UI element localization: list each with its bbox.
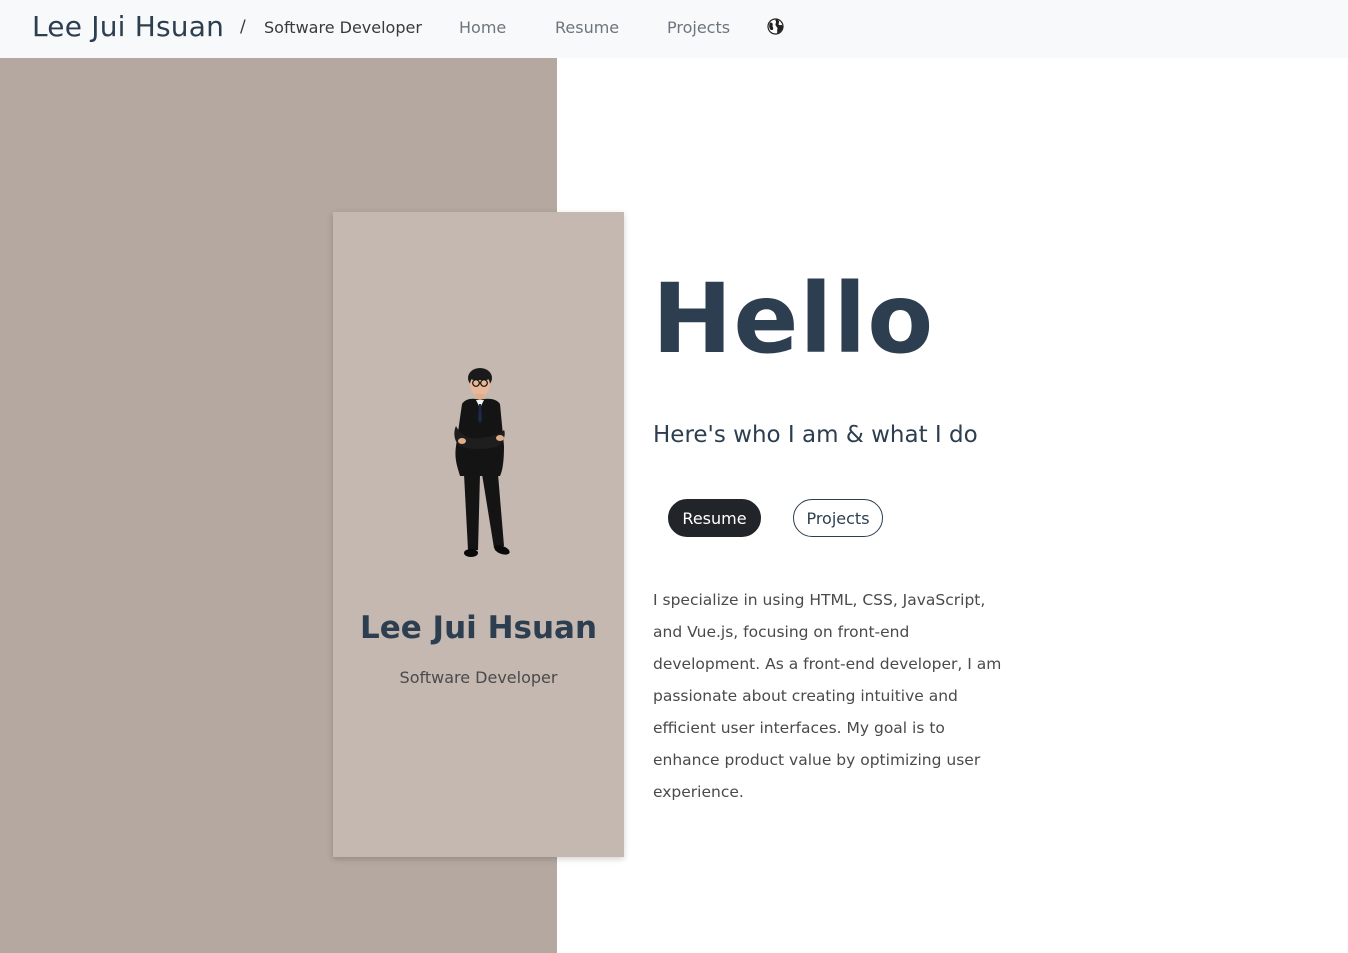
top-navbar: Lee Jui Hsuan / Software Developer Home … [0, 0, 1348, 58]
profile-name: Lee Jui Hsuan [359, 610, 598, 646]
brand-separator: / [240, 17, 246, 37]
brand-role: Software Developer [264, 18, 422, 37]
hero-heading: Hello [652, 263, 935, 375]
profile-role: Software Developer [399, 668, 558, 687]
brand-name-link[interactable]: Lee Jui Hsuan [32, 10, 224, 43]
nav-resume-link[interactable]: Resume [555, 18, 619, 37]
resume-button[interactable]: Resume [668, 499, 761, 537]
nav-projects-link[interactable]: Projects [667, 18, 730, 37]
bio-paragraph: I specialize in using HTML, CSS, JavaScr… [653, 591, 1002, 801]
hero-subtitle: Here's who I am & what I do [653, 422, 978, 448]
globe-icon[interactable] [767, 18, 784, 35]
profile-card: Lee Jui Hsuan Software Developer [333, 212, 624, 857]
nav-home-link[interactable]: Home [459, 18, 506, 37]
person-photo [444, 368, 520, 562]
projects-button[interactable]: Projects [793, 499, 883, 537]
